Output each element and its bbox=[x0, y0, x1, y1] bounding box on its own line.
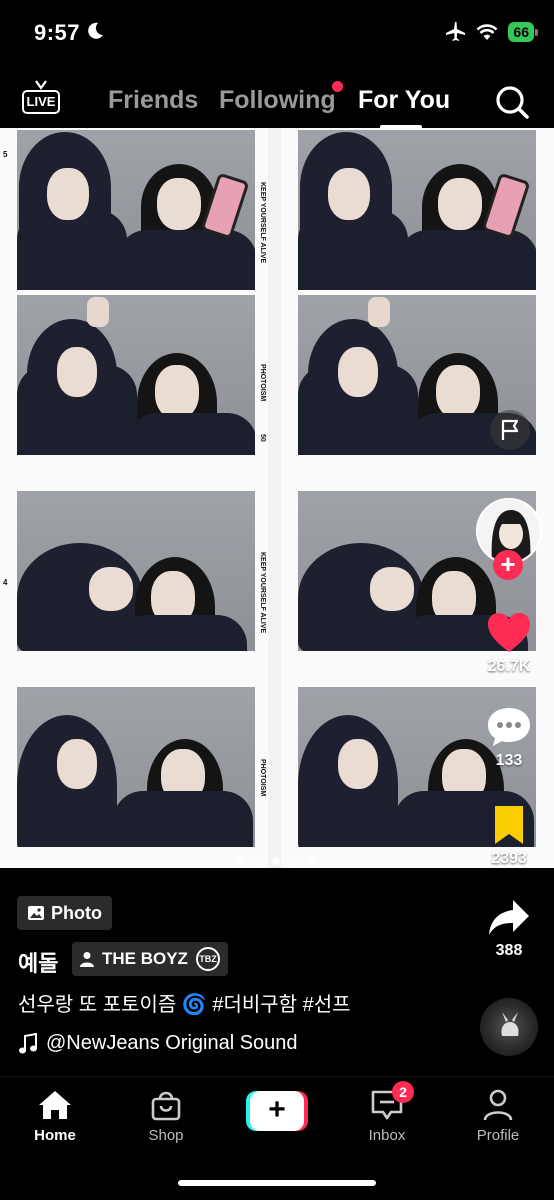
nav-profile-label: Profile bbox=[476, 1127, 520, 1144]
carousel-dot[interactable] bbox=[290, 857, 298, 865]
nav-shop-label: Shop bbox=[148, 1127, 184, 1144]
moon-icon bbox=[88, 22, 103, 39]
photo-badge-label: Photo bbox=[51, 902, 102, 923]
photo-frame bbox=[17, 687, 255, 847]
live-button[interactable]: LIVE bbox=[22, 80, 62, 118]
profile-icon bbox=[483, 1089, 513, 1121]
group-tag-label: THE BOYZ bbox=[102, 949, 188, 968]
post-username[interactable]: 예돌 bbox=[18, 946, 58, 978]
group-tag[interactable]: THE BOYZ TBZ bbox=[72, 942, 228, 976]
nav-inbox-label: Inbox bbox=[368, 1127, 406, 1144]
nav-inbox[interactable]: 2 Inbox bbox=[342, 1081, 432, 1144]
tab-friends[interactable]: Friends bbox=[108, 86, 198, 115]
share-button[interactable]: 388 bbox=[474, 898, 544, 960]
like-button[interactable]: 26.7K bbox=[474, 612, 544, 676]
status-time: 9:57 bbox=[34, 20, 81, 45]
comment-count: 133 bbox=[495, 752, 523, 769]
strip-text: KEEP YOURSELF ALIVE bbox=[259, 182, 266, 264]
carousel-dot-active[interactable] bbox=[272, 857, 280, 865]
carousel-dots bbox=[236, 857, 316, 865]
airplane-icon bbox=[446, 22, 466, 41]
nav-profile[interactable]: Profile bbox=[453, 1089, 543, 1144]
group-logo: TBZ bbox=[195, 947, 220, 971]
carousel-dot[interactable] bbox=[254, 857, 262, 865]
tab-following[interactable]: Following bbox=[219, 86, 336, 115]
strip-number: 5 bbox=[3, 150, 8, 159]
strip-text: KEEP YOURSELF ALIVE bbox=[259, 552, 266, 634]
sound-label: @NewJeans Original Sound bbox=[46, 1032, 298, 1054]
follow-plus-button[interactable]: + bbox=[493, 550, 523, 580]
post-caption[interactable]: 선우랑 또 포토이즘 🌀 #더비구함 #선프 bbox=[18, 988, 351, 1017]
nav-home-label: Home bbox=[34, 1127, 76, 1144]
carousel-dot[interactable] bbox=[308, 857, 316, 865]
create-plus-label: + bbox=[250, 1091, 304, 1131]
create-button[interactable]: + bbox=[246, 1091, 308, 1131]
heart-icon bbox=[488, 613, 530, 652]
photo-frame bbox=[17, 491, 255, 651]
photo-type-badge: Photo bbox=[17, 896, 112, 930]
battery-indicator: 66 bbox=[508, 22, 538, 42]
share-count: 388 bbox=[495, 942, 523, 959]
photo-frame bbox=[17, 130, 255, 290]
comment-button[interactable]: 133 bbox=[474, 706, 544, 770]
home-icon bbox=[39, 1091, 71, 1119]
carousel-dot[interactable] bbox=[236, 857, 244, 865]
photo-frame bbox=[17, 295, 255, 455]
wifi-icon bbox=[477, 24, 498, 40]
nav-shop[interactable]: Shop bbox=[121, 1089, 211, 1144]
report-button[interactable] bbox=[490, 410, 530, 450]
strip-text: PHOTOISM bbox=[259, 759, 266, 797]
music-note-icon bbox=[19, 1032, 37, 1053]
image-icon bbox=[28, 906, 44, 920]
tv-antenna-icon bbox=[35, 80, 47, 90]
photo-frame bbox=[298, 130, 536, 290]
bunny-logo-icon bbox=[501, 1012, 519, 1036]
nav-home[interactable]: Home bbox=[10, 1089, 100, 1144]
flag-icon bbox=[501, 419, 519, 440]
music-disc[interactable] bbox=[480, 998, 538, 1056]
photo-carousel[interactable]: 5 4 KEEP YOURSELF ALIVE PHOTOISM 50 KEEP… bbox=[0, 128, 554, 868]
inbox-badge: 2 bbox=[392, 1081, 414, 1103]
following-notification-dot bbox=[332, 81, 343, 92]
like-count: 26.7K bbox=[487, 658, 531, 675]
shopping-bag-icon bbox=[151, 1091, 181, 1121]
strip-number: 4 bbox=[3, 578, 8, 587]
save-count: 2393 bbox=[491, 850, 527, 867]
comment-icon bbox=[488, 708, 530, 746]
top-nav: LIVE Friends Following For You bbox=[0, 70, 554, 130]
status-icons: 66 bbox=[444, 22, 538, 42]
person-icon bbox=[80, 952, 94, 967]
strip-number: 50 bbox=[259, 434, 266, 442]
share-arrow-icon bbox=[489, 900, 529, 935]
bookmark-icon bbox=[495, 806, 523, 844]
live-label: LIVE bbox=[22, 90, 60, 114]
photo-strip-left: 5 4 KEEP YOURSELF ALIVE PHOTOISM 50 KEEP… bbox=[0, 128, 268, 868]
home-indicator bbox=[178, 1180, 376, 1186]
sound-link[interactable]: @NewJeans Original Sound bbox=[18, 1032, 298, 1055]
strip-text: PHOTOISM bbox=[259, 364, 266, 402]
save-button[interactable]: 2393 bbox=[474, 804, 544, 868]
search-icon[interactable] bbox=[494, 84, 530, 120]
status-bar: 9:57 66 bbox=[0, 0, 554, 70]
tab-for-you[interactable]: For You bbox=[358, 86, 450, 115]
